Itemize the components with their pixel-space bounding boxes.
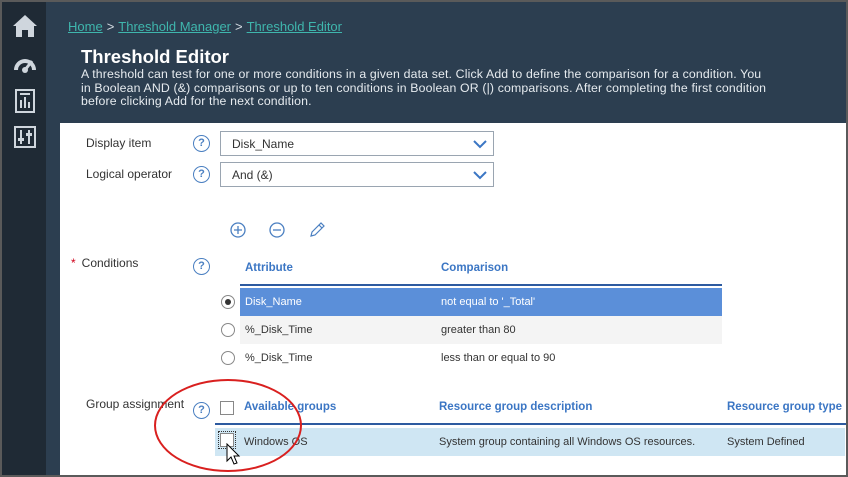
condition-comparison: greater than 80 xyxy=(441,324,516,336)
logical-operator-label: Logical operator xyxy=(86,167,173,181)
app-window: Home > Threshold Manager > Threshold Editor … xyxy=(0,0,848,477)
condition-attribute: %_Disk_Time xyxy=(245,352,313,364)
column-header-comparison[interactable]: Comparison xyxy=(441,262,508,274)
chevron-down-icon xyxy=(473,140,487,149)
breadcrumb-separator: > xyxy=(235,19,243,34)
breadcrumb: Home > Threshold Manager > Threshold Editor xyxy=(68,19,342,34)
remove-circle-icon[interactable] xyxy=(268,221,286,239)
display-item-help-icon[interactable]: ? xyxy=(193,135,210,152)
select-all-groups-checkbox[interactable] xyxy=(220,401,234,415)
group-row[interactable]: Windows OS System group containing all W… xyxy=(215,428,845,456)
group-assignment-label: Group assignment xyxy=(86,397,185,411)
page-title: Threshold Editor xyxy=(81,46,229,67)
logical-operator-select[interactable]: And (&) xyxy=(220,162,494,187)
condition-radio[interactable] xyxy=(221,323,235,337)
left-nav-rail xyxy=(2,2,46,475)
group-description: System group containing all Windows OS r… xyxy=(439,436,696,448)
breadcrumb-separator: > xyxy=(106,19,115,34)
rail-edge xyxy=(46,2,60,475)
conditions-help-icon[interactable]: ? xyxy=(193,258,210,275)
group-assignment-help-icon[interactable]: ? xyxy=(193,402,210,419)
condition-radio[interactable] xyxy=(221,351,235,365)
group-checkbox[interactable] xyxy=(218,431,236,449)
column-header-group-description[interactable]: Resource group description xyxy=(439,401,592,413)
table-header-rule xyxy=(240,284,722,286)
home-icon[interactable] xyxy=(12,13,38,39)
display-item-label: Display item xyxy=(86,136,152,150)
column-header-group-type[interactable]: Resource group type xyxy=(727,401,842,413)
condition-row[interactable]: %_Disk_Time greater than 80 xyxy=(240,316,722,344)
condition-comparison: not equal to '_Total' xyxy=(441,296,536,308)
group-type: System Defined xyxy=(727,436,805,448)
group-name: Windows OS xyxy=(244,436,308,448)
add-circle-icon[interactable] xyxy=(229,221,247,239)
page-header: Home > Threshold Manager > Threshold Editor … xyxy=(60,2,846,123)
logical-operator-help-icon[interactable]: ? xyxy=(193,166,210,183)
chevron-down-icon xyxy=(473,171,487,180)
breadcrumb-home-link[interactable]: Home xyxy=(68,19,103,34)
report-icon[interactable] xyxy=(12,88,38,114)
required-marker: * xyxy=(71,256,76,270)
conditions-label: * Conditions xyxy=(71,256,138,270)
condition-row[interactable]: Disk_Name not equal to '_Total' xyxy=(240,288,722,316)
groups-header-rule xyxy=(215,423,846,425)
column-header-available-groups[interactable]: Available groups xyxy=(244,401,336,413)
threshold-form: Display item ? Disk_Name Logical operato… xyxy=(60,123,846,475)
condition-row[interactable]: %_Disk_Time less than or equal to 90 xyxy=(240,344,722,372)
condition-comparison: less than or equal to 90 xyxy=(441,352,556,364)
edit-pencil-icon[interactable] xyxy=(308,221,326,239)
condition-radio-selected[interactable] xyxy=(221,295,235,309)
condition-attribute: Disk_Name xyxy=(245,296,302,308)
display-item-value: Disk_Name xyxy=(232,137,295,151)
page-description: A threshold can test for one or more con… xyxy=(81,67,767,109)
conditions-label-text: Conditions xyxy=(81,256,139,270)
column-header-attribute[interactable]: Attribute xyxy=(245,262,293,274)
display-item-select[interactable]: Disk_Name xyxy=(220,131,494,156)
radio-dot xyxy=(225,299,231,305)
condition-attribute: %_Disk_Time xyxy=(245,324,313,336)
breadcrumb-threshold-editor-link[interactable]: Threshold Editor xyxy=(247,19,342,34)
logical-operator-value: And (&) xyxy=(232,168,273,182)
settings-sliders-icon[interactable] xyxy=(12,124,38,150)
breadcrumb-threshold-manager-link[interactable]: Threshold Manager xyxy=(118,19,231,34)
dashboard-gauge-icon[interactable] xyxy=(12,52,38,78)
